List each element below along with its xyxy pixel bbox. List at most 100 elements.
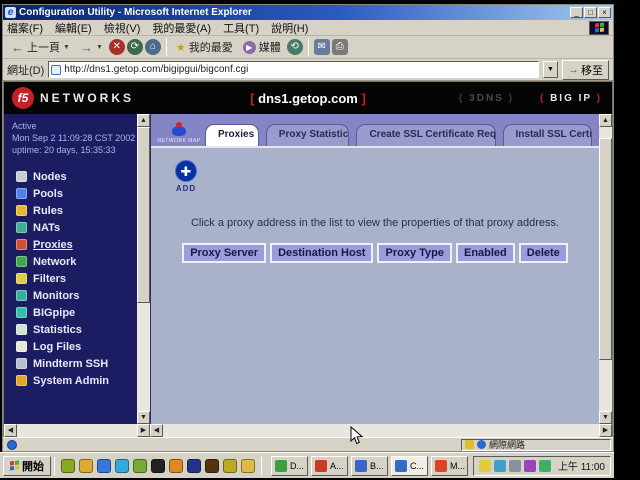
scroll-right-icon[interactable]: ▶ [137,424,150,437]
sidebar-horizontal-scrollbar[interactable]: ◀ ▶ [4,424,150,437]
sidebar-nav-item[interactable]: Rules [16,202,137,219]
menu-bar: 檔案(F) 編輯(E) 檢視(V) 我的最愛(A) 工具(T) 說明(H) [3,20,613,36]
menu-item[interactable]: 檢視(V) [104,20,141,36]
title-bar[interactable]: e Configuration Utility - Microsoft Inte… [3,5,613,20]
scroll-down-icon[interactable]: ▼ [599,411,612,424]
sidebar-nav-item[interactable]: Monitors [16,287,137,304]
sidebar-nav-item[interactable]: Nodes [16,168,137,185]
address-dropdown-icon[interactable]: ▼ [543,61,558,78]
tray-icon[interactable] [494,460,506,472]
nav-item-icon [16,239,27,250]
quicklaunch-icon[interactable] [97,459,111,473]
menu-item[interactable]: 工具(T) [223,20,259,36]
scroll-left-icon[interactable]: ◀ [150,424,163,437]
quicklaunch-icon[interactable] [133,459,147,473]
tab[interactable]: Install SSL Certifi [503,124,593,146]
sidebar-nav-item[interactable]: NATs [16,219,137,236]
sidebar-nav-item[interactable]: Pools [16,185,137,202]
sidebar-nav-item[interactable]: Log Files [16,338,137,355]
table-header-cell[interactable]: Delete [519,243,568,263]
stop-icon[interactable]: ✕ [109,39,125,55]
f5-header: f5 NETWORKS [ dns1.getop.com ] ( 3DNS ) … [4,82,612,114]
sidebar-nav-item[interactable]: Network [16,253,137,270]
main-horizontal-scrollbar[interactable]: ◀ ▶ [150,424,612,437]
back-button[interactable]: ← 上一頁 ▼ [7,38,74,56]
quicklaunch-icon[interactable] [169,459,183,473]
sidebar-nav-item[interactable]: BIGpipe [16,304,137,321]
network-map-button[interactable]: NETWORK MAP [153,126,205,144]
task-button[interactable]: B... [351,456,388,476]
close-button[interactable]: × [598,7,611,18]
task-button[interactable]: M... [431,456,468,476]
print-icon[interactable]: ⎙ [332,39,348,55]
tray-icon[interactable] [524,460,536,472]
toolbar: ← 上一頁 ▼ → ▼ ✕ ⟳ ⌂ ★ 我的最愛 ▶ 媒體 ⟲ ✉ ⎙ [3,36,613,59]
address-input[interactable] [64,64,536,75]
favorites-icon: ★ [176,41,186,54]
quicklaunch-icon[interactable] [205,459,219,473]
link-bigip[interactable]: ( BIG IP ) [540,93,602,104]
quicklaunch-icon[interactable] [79,459,93,473]
tray-icon[interactable] [479,460,491,472]
sidebar-nav-item[interactable]: Mindterm SSH [16,355,137,372]
back-dropdown-icon[interactable]: ▼ [63,44,70,51]
table-header-cell[interactable]: Enabled [456,243,515,263]
product-links: ( 3DNS ) ( BIG IP ) [459,93,602,104]
nav-item-label: Statistics [33,324,82,336]
table-header-cell[interactable]: Destination Host [270,243,373,263]
sidebar-vertical-scrollbar[interactable]: ▲ ▼ [137,114,150,424]
quicklaunch-icon[interactable] [151,459,165,473]
scroll-up-icon[interactable]: ▲ [137,114,150,127]
sidebar-nav-item[interactable]: System Admin [16,372,137,389]
link-3dns[interactable]: ( 3DNS ) [459,93,514,104]
ie-logo-icon: e [5,7,16,18]
scroll-down-icon[interactable]: ▼ [137,411,150,424]
tray-icon[interactable] [509,460,521,472]
tab[interactable]: Proxy Statistics [266,124,350,146]
sidebar-nav-item[interactable]: Statistics [16,321,137,338]
forward-icon: → [80,40,93,55]
nav-item-label: Rules [33,205,63,217]
nav-item-label: BIGpipe [33,307,75,319]
history-icon[interactable]: ⟲ [287,39,303,55]
refresh-icon[interactable]: ⟳ [127,39,143,55]
menu-item[interactable]: 檔案(F) [7,20,43,36]
scroll-left-icon[interactable]: ◀ [4,424,17,437]
quicklaunch-icon[interactable] [115,459,129,473]
table-header-cell[interactable]: Proxy Server [182,243,266,263]
task-button[interactable]: D... [271,456,308,476]
task-button-label: D... [290,461,304,471]
scroll-right-icon[interactable]: ▶ [599,424,612,437]
nav-item-icon [16,222,27,233]
add-button[interactable]: ✚ ADD [171,160,201,193]
start-button[interactable]: 開始 [3,456,51,476]
favorites-button[interactable]: ★ 我的最愛 [172,38,237,56]
go-button[interactable]: → 移至 [562,60,609,80]
mouse-cursor [350,426,363,445]
menu-item[interactable]: 我的最愛(A) [152,20,211,36]
mail-icon[interactable]: ✉ [314,39,330,55]
quicklaunch-icon[interactable] [61,459,75,473]
tray-icon[interactable] [539,460,551,472]
forward-dropdown-icon[interactable]: ▼ [96,44,103,51]
task-button[interactable]: C... [391,456,428,476]
menu-item[interactable]: 編輯(E) [55,20,92,36]
scroll-up-icon[interactable]: ▲ [599,114,612,127]
address-field-wrap [48,61,539,78]
quicklaunch-icon[interactable] [223,459,237,473]
quicklaunch-icon[interactable] [241,459,255,473]
tab[interactable]: Proxies [205,124,259,146]
minimize-button[interactable]: _ [570,7,583,18]
forward-button[interactable]: → ▼ [76,39,107,56]
home-icon[interactable]: ⌂ [145,39,161,55]
tab[interactable]: Create SSL Certificate Request [356,124,495,146]
quicklaunch-icon[interactable] [187,459,201,473]
sidebar-nav-item[interactable]: Proxies [16,236,137,253]
task-button[interactable]: A... [311,456,348,476]
maximize-button[interactable]: □ [584,7,597,18]
sidebar-nav-item[interactable]: Filters [16,270,137,287]
menu-item[interactable]: 說明(H) [271,20,308,36]
media-button[interactable]: ▶ 媒體 [239,38,285,56]
table-header-cell[interactable]: Proxy Type [377,243,452,263]
main-vertical-scrollbar[interactable]: ▲ ▼ [599,114,612,424]
